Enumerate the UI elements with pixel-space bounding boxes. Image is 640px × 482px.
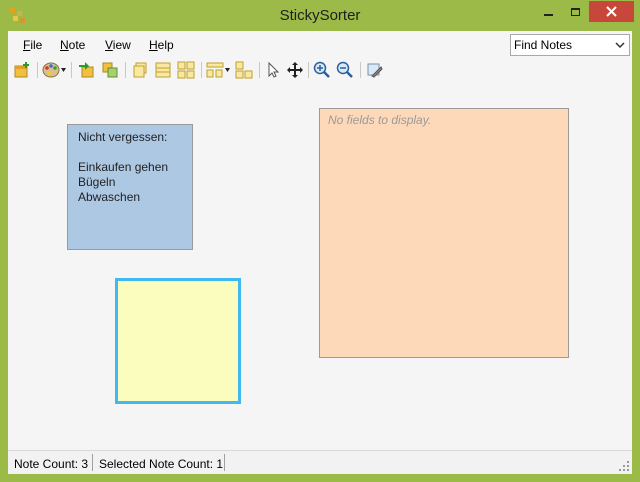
arrange-button[interactable] bbox=[206, 61, 224, 79]
dropdown-arrow-icon[interactable] bbox=[61, 68, 66, 72]
menu-file[interactable]: File bbox=[23, 38, 42, 52]
note-text-line: Bügeln bbox=[78, 175, 116, 189]
pan-icon bbox=[287, 62, 303, 78]
select-icon bbox=[268, 61, 280, 78]
note-text-line: Abwaschen bbox=[78, 190, 141, 204]
settings-button[interactable] bbox=[366, 61, 384, 79]
app-window: StickySorter File Note View Help Find No… bbox=[0, 0, 640, 482]
menu-note[interactable]: Note bbox=[60, 38, 85, 52]
arrange-icon bbox=[206, 62, 224, 78]
group-icon bbox=[235, 61, 253, 79]
list-view-icon bbox=[155, 62, 171, 78]
title-bar[interactable]: StickySorter bbox=[0, 0, 640, 31]
new-note-icon bbox=[14, 62, 29, 78]
export-icon bbox=[102, 62, 118, 78]
import-icon bbox=[79, 62, 94, 78]
note-count: Note Count: 3 bbox=[14, 457, 89, 471]
client-area: File Note View Help Find Notes Nicht ver… bbox=[8, 31, 632, 474]
zoom-in-button[interactable] bbox=[313, 61, 331, 79]
note-placeholder: No fields to display. bbox=[328, 113, 432, 127]
stack-view-button[interactable] bbox=[131, 61, 149, 79]
color-button[interactable] bbox=[42, 61, 60, 79]
grid-view-button[interactable] bbox=[177, 61, 195, 79]
settings-icon bbox=[367, 63, 383, 78]
close-icon bbox=[606, 6, 617, 17]
zoom-out-icon bbox=[336, 61, 353, 78]
zoom-out-button[interactable] bbox=[336, 61, 354, 79]
find-notes-select[interactable]: Find Notes bbox=[510, 34, 630, 56]
zoom-in-icon bbox=[313, 61, 330, 78]
selected-note-count: Selected Note Count: 1 bbox=[99, 457, 224, 471]
note-text-line bbox=[78, 145, 182, 160]
maximize-button[interactable] bbox=[562, 1, 589, 22]
close-button[interactable] bbox=[589, 1, 634, 22]
menu-view[interactable]: View bbox=[105, 38, 131, 52]
grid-view-icon bbox=[177, 61, 195, 79]
find-notes-value: Find Notes bbox=[514, 38, 573, 52]
chevron-down-icon bbox=[615, 42, 625, 49]
note-blue[interactable]: Nicht vergessen: Einkaufen gehen Bügeln … bbox=[67, 124, 193, 250]
select-tool-button[interactable] bbox=[264, 61, 282, 79]
list-view-button[interactable] bbox=[154, 61, 172, 79]
note-peach[interactable]: No fields to display. bbox=[319, 108, 569, 358]
note-yellow-selected[interactable] bbox=[115, 278, 241, 404]
menu-help[interactable]: Help bbox=[149, 38, 174, 52]
export-button[interactable] bbox=[101, 61, 119, 79]
note-text-line: Nicht vergessen: bbox=[78, 130, 168, 144]
new-note-button[interactable] bbox=[13, 61, 31, 79]
minimize-button[interactable] bbox=[535, 1, 562, 22]
status-bar: Note Count: 3 Selected Note Count: 1 bbox=[8, 450, 632, 474]
group-button[interactable] bbox=[235, 61, 253, 79]
note-text-line: Einkaufen gehen bbox=[78, 160, 169, 174]
dropdown-arrow-icon[interactable] bbox=[225, 68, 230, 72]
toolbar bbox=[8, 58, 632, 82]
palette-icon bbox=[42, 62, 60, 78]
resize-grip-icon[interactable] bbox=[618, 460, 630, 472]
stack-view-icon bbox=[133, 62, 147, 78]
pan-tool-button[interactable] bbox=[286, 61, 304, 79]
notes-canvas[interactable]: Nicht vergessen: Einkaufen gehen Bügeln … bbox=[8, 82, 632, 450]
minimize-icon bbox=[544, 13, 553, 16]
import-button[interactable] bbox=[77, 61, 95, 79]
menu-bar: File Note View Help Find Notes bbox=[8, 31, 632, 58]
maximize-icon bbox=[571, 7, 580, 16]
